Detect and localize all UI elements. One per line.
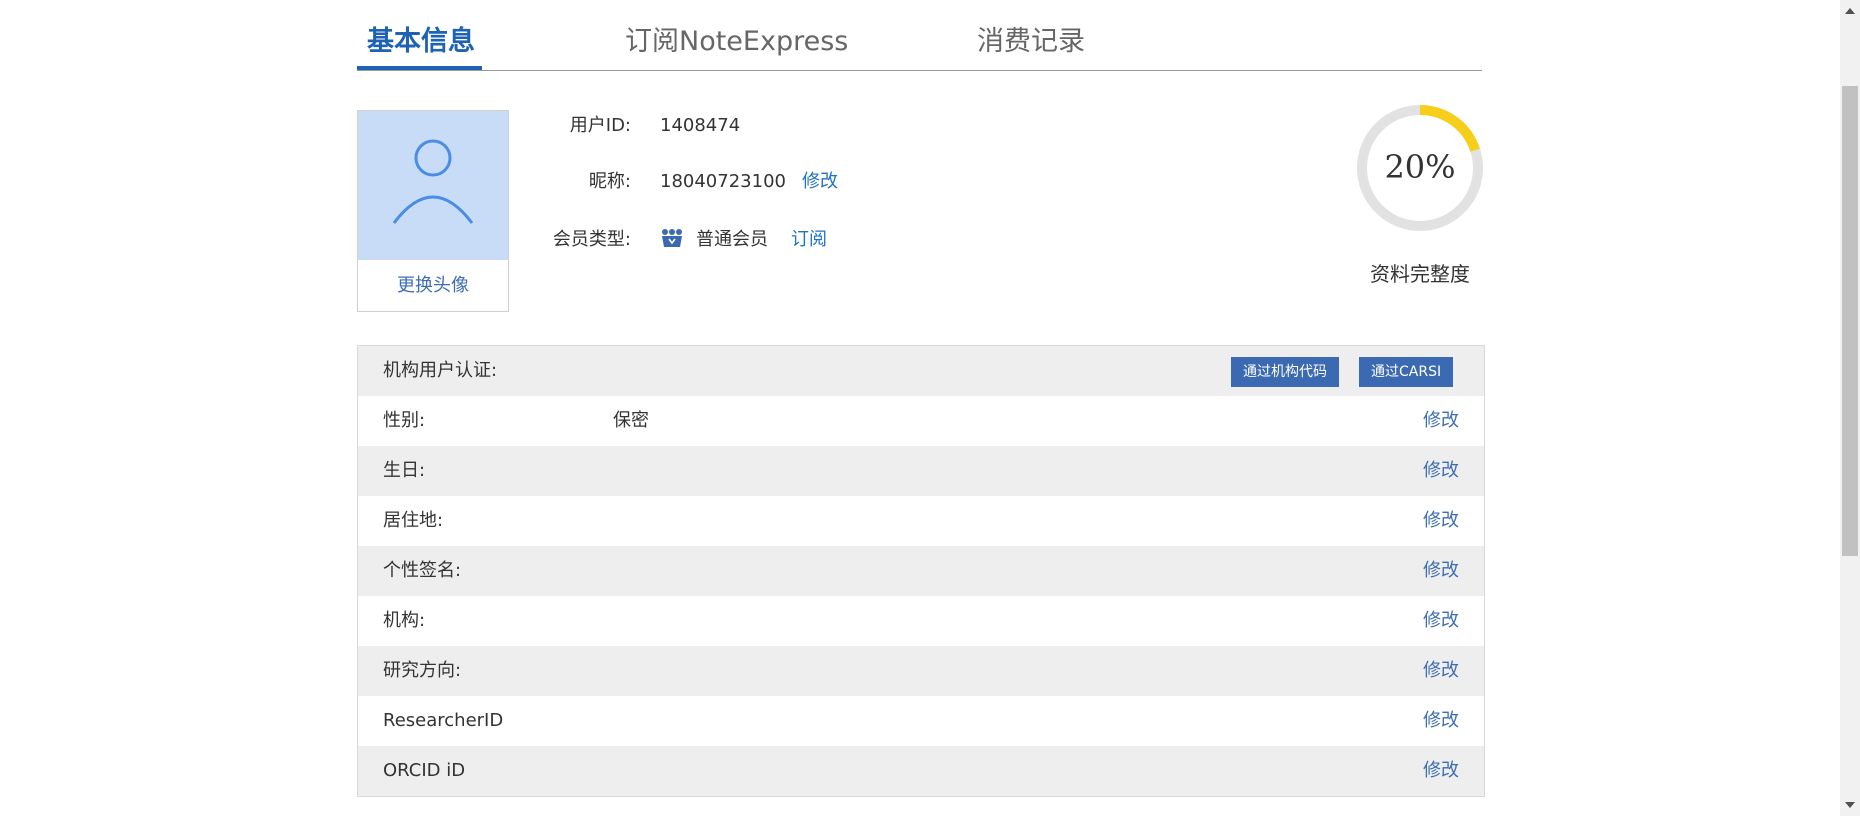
gender-value: 保密 [613,410,649,431]
table-row: 性别: 保密 修改 [358,396,1484,446]
edit-organization-link[interactable]: 修改 [1423,608,1459,634]
avatar-card: 更换头像 [357,110,509,312]
vertical-scrollbar[interactable] [1840,0,1860,816]
tab-subscribe-noteexpress[interactable]: 订阅NoteExpress [625,22,848,62]
profile-page: 基本信息 订阅NoteExpress 消费记录 更换头像 用户ID: 14084… [0,0,1860,816]
table-row: 机构: 修改 [358,596,1484,646]
institution-code-button[interactable]: 通过机构代码 [1231,357,1339,387]
crown-icon [662,229,682,247]
user-icon [392,139,474,224]
signature-label: 个性签名: [383,560,462,581]
carsi-button[interactable]: 通过CARSI [1359,357,1454,387]
subscribe-link[interactable]: 订阅 [791,227,827,253]
table-row: 研究方向: 修改 [358,646,1484,696]
research-direction-label: 研究方向: [383,660,462,681]
nickname-label: 昵称: [588,171,631,192]
scrollbar-thumb[interactable] [1842,86,1858,556]
completeness-caption: 资料完整度 [1370,262,1470,286]
researcher-id-label: ResearcherID [383,710,504,731]
birthday-label: 生日: [383,460,426,481]
table-row: ResearcherID 修改 [358,696,1484,746]
profile-detail-table: 机构用户认证: 通过机构代码 通过CARSI 性别: 保密 修改 生日: 修改 … [357,345,1485,797]
edit-gender-link[interactable]: 修改 [1423,408,1459,434]
edit-orcid-link[interactable]: 修改 [1423,758,1459,784]
scroll-up-arrow-icon[interactable] [1845,8,1855,14]
completeness-percent: 20% [1384,148,1456,186]
edit-signature-link[interactable]: 修改 [1423,558,1459,584]
gender-label: 性别: [383,410,426,431]
institution-auth-label: 机构用户认证: [383,360,498,381]
edit-researcher-id-link[interactable]: 修改 [1423,708,1459,734]
member-type-value: 普通会员 [696,229,768,250]
institution-auth-row: 机构用户认证: 通过机构代码 通过CARSI [358,346,1484,396]
orcid-label: ORCID iD [383,760,466,781]
edit-research-direction-link[interactable]: 修改 [1423,658,1459,684]
organization-label: 机构: [383,610,426,631]
edit-residence-link[interactable]: 修改 [1423,508,1459,534]
edit-birthday-link[interactable]: 修改 [1423,458,1459,484]
tab-consumption-records[interactable]: 消费记录 [977,22,1085,62]
tab-basic-info[interactable]: 基本信息 [367,22,475,62]
avatar [358,111,508,260]
residence-label: 居住地: [383,510,444,531]
table-row: ORCID iD 修改 [358,746,1484,796]
user-id-value: 1408474 [660,115,741,136]
table-row: 个性签名: 修改 [358,546,1484,596]
scroll-down-arrow-icon[interactable] [1845,802,1855,808]
active-tab-indicator [357,66,482,70]
edit-nickname-link[interactable]: 修改 [802,169,838,195]
change-avatar-link[interactable]: 更换头像 [358,260,508,311]
table-row: 生日: 修改 [358,446,1484,496]
tab-bar: 基本信息 订阅NoteExpress 消费记录 [357,0,1482,71]
user-id-label: 用户ID: [569,115,631,136]
member-type-label: 会员类型: [552,229,631,250]
table-row: 居住地: 修改 [358,496,1484,546]
nickname-value: 18040723100 [660,171,786,192]
